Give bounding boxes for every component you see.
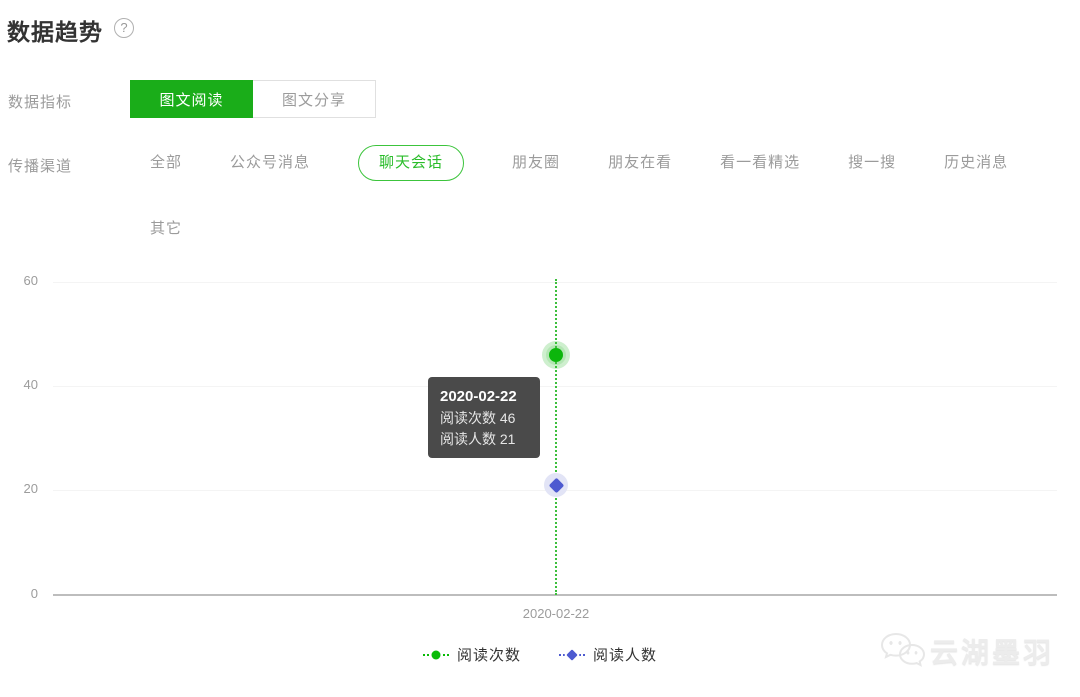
chart-tooltip: 2020-02-22 阅读次数 46 阅读人数 21 bbox=[428, 377, 540, 458]
watermark-text: 云湖墨羽 bbox=[930, 631, 1054, 671]
y-axis-tick-0: 0 bbox=[0, 586, 38, 601]
x-axis-tick-date: 2020-02-22 bbox=[486, 606, 626, 621]
watermark: 云湖墨羽 bbox=[879, 630, 1054, 672]
metrics-row-label: 数据指标 bbox=[8, 91, 72, 112]
help-icon[interactable]: ? bbox=[114, 18, 134, 38]
tab-article-read[interactable]: 图文阅读 bbox=[130, 80, 253, 118]
legend-item-reader-count[interactable]: 阅读人数 bbox=[559, 644, 657, 665]
y-axis-tick-40: 40 bbox=[0, 377, 38, 392]
channel-friends-reading[interactable]: 朋友在看 bbox=[608, 145, 672, 181]
tab-article-share[interactable]: 图文分享 bbox=[253, 80, 376, 118]
page-title: 数据趋势 bbox=[7, 13, 103, 47]
y-axis-tick-20: 20 bbox=[0, 481, 38, 496]
legend-diamond-icon bbox=[559, 648, 585, 662]
channel-official-account-message[interactable]: 公众号消息 bbox=[230, 145, 310, 181]
channel-chat-session[interactable]: 聊天会话 bbox=[358, 145, 464, 181]
channel-search[interactable]: 搜一搜 bbox=[848, 145, 896, 181]
channel-top-stories[interactable]: 看一看精选 bbox=[720, 145, 800, 181]
channel-all[interactable]: 全部 bbox=[150, 145, 182, 181]
tooltip-reader-count-row: 阅读人数 21 bbox=[440, 429, 528, 450]
channel-history-message[interactable]: 历史消息 bbox=[944, 145, 1008, 181]
tooltip-read-count-row: 阅读次数 46 bbox=[440, 408, 528, 429]
diamond-marker-icon bbox=[548, 478, 564, 494]
tooltip-date: 2020-02-22 bbox=[440, 386, 528, 407]
channel-other[interactable]: 其它 bbox=[150, 211, 182, 247]
data-point-read-count[interactable] bbox=[549, 348, 563, 362]
channels-row-label: 传播渠道 bbox=[8, 155, 72, 176]
highlight-vertical-dotted-line bbox=[555, 279, 557, 595]
legend-item-read-count[interactable]: 阅读次数 bbox=[423, 644, 521, 665]
legend-circle-icon bbox=[423, 648, 449, 662]
channel-filter-list: 全部 公众号消息 聊天会话 朋友圈 朋友在看 看一看精选 搜一搜 历史消息 其它 bbox=[150, 145, 1040, 247]
channel-moments[interactable]: 朋友圈 bbox=[512, 145, 560, 181]
wechat-logo-icon bbox=[879, 630, 925, 672]
y-axis-tick-60: 60 bbox=[0, 273, 38, 288]
data-point-reader-count[interactable] bbox=[544, 473, 568, 497]
metric-tabs: 图文阅读 图文分享 bbox=[130, 80, 376, 118]
